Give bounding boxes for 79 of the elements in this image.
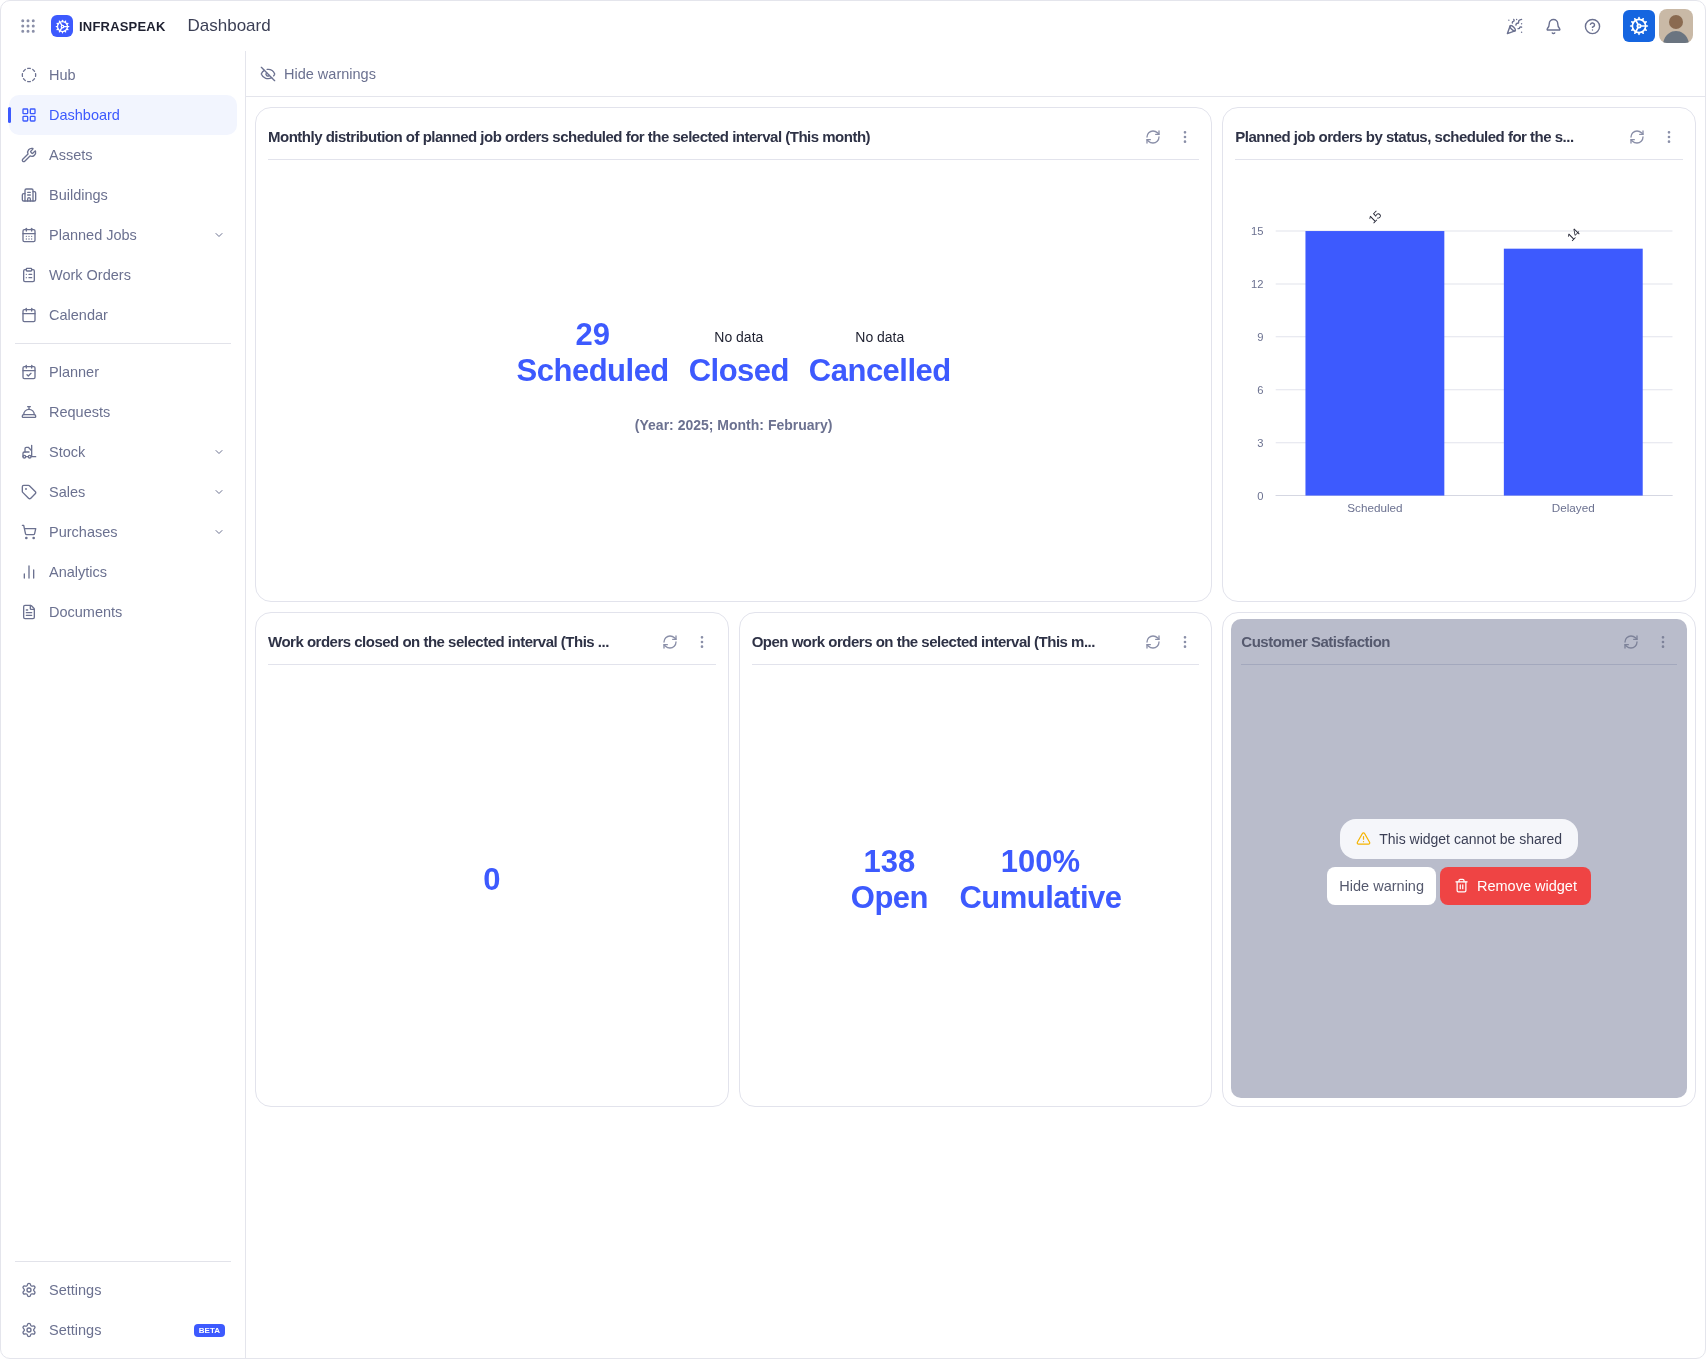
forklift-icon: [21, 444, 37, 460]
no-data-text: No data: [855, 328, 905, 345]
axis-tick-label: 6: [1257, 383, 1264, 396]
axis-tick-label: 12: [1251, 278, 1264, 290]
hide-warnings-button[interactable]: Hide warnings: [260, 65, 376, 82]
refresh-icon[interactable]: [661, 633, 678, 650]
stat-label: Cancelled: [808, 352, 951, 389]
axis-tick-label: 9: [1257, 330, 1264, 343]
clipboard-icon: [21, 267, 37, 283]
widget-title: Customer Satisfaction: [1241, 633, 1392, 650]
widget-title: Open work orders on the selected interval (This m...: [751, 633, 1096, 650]
trash-icon: [1454, 878, 1469, 893]
app-switcher-button[interactable]: [1623, 10, 1655, 42]
axis-tick-label: 15: [1251, 225, 1264, 238]
refresh-icon[interactable]: [1145, 128, 1162, 145]
sidebar-item[interactable]: Settings BETA: [9, 1310, 237, 1350]
wrench-icon: [21, 147, 37, 163]
stat-value: 29: [575, 316, 610, 353]
party-popper-icon[interactable]: [1506, 17, 1523, 35]
stat-value: 138: [863, 843, 916, 880]
sidebar-item[interactable]: Buildings: [9, 175, 237, 215]
apps-grid-icon[interactable]: [19, 17, 37, 35]
sidebar-item[interactable]: Work Orders: [9, 255, 237, 295]
widget-title: Work orders closed on the selected interval (This ...: [268, 633, 610, 650]
category-label: Scheduled: [1347, 500, 1403, 514]
stat-value: 0: [483, 861, 501, 898]
document-icon: [21, 604, 37, 620]
warning-icon: [1356, 831, 1372, 846]
stat-label: Cumulative: [959, 879, 1122, 916]
help-icon[interactable]: [1584, 17, 1601, 35]
sidebar-item[interactable]: Planner: [9, 352, 237, 392]
cart-icon: [21, 524, 37, 540]
calendar-icon: [21, 227, 37, 243]
sidebar-item[interactable]: Settings: [9, 1270, 237, 1310]
data-label: 15: [1366, 208, 1384, 226]
stat-value: 100%: [1000, 843, 1081, 880]
stat-label: Closed: [688, 352, 789, 389]
sidebar-item[interactable]: Requests: [9, 392, 237, 432]
stat-label: Open: [850, 879, 929, 916]
refresh-icon[interactable]: [1145, 633, 1162, 650]
sidebar-item[interactable]: Dashboard: [9, 95, 237, 135]
widget-title: Monthly distribution of planned job orders scheduled for the selected interval (This month): [268, 128, 872, 145]
sidebar-item[interactable]: Stock: [9, 432, 237, 472]
stat-label: Scheduled: [516, 352, 669, 389]
grid-icon: [21, 107, 37, 123]
sidebar-item[interactable]: Analytics: [9, 552, 237, 592]
logo-icon: [51, 15, 73, 37]
period-subtitle: (Year: 2025; Month: February): [634, 416, 833, 433]
axis-tick-label: 0: [1257, 489, 1264, 502]
widget-title: Planned job orders by status, scheduled for the s...: [1235, 128, 1575, 145]
page-title: Dashboard: [187, 16, 271, 36]
sidebar-item[interactable]: Assets: [9, 135, 237, 175]
category-label: Delayed: [1552, 500, 1596, 514]
refresh-icon[interactable]: [1623, 633, 1639, 650]
brand-name: INFRASPEAK: [79, 18, 166, 34]
notifications-icon[interactable]: [1545, 17, 1562, 35]
hide-warning-button[interactable]: Hide warning: [1327, 866, 1436, 905]
eye-off-icon: [260, 65, 276, 82]
remove-widget-button[interactable]: Remove widget: [1440, 866, 1591, 905]
sidebar-item[interactable]: Calendar: [9, 295, 237, 335]
sidebar-item[interactable]: Sales: [9, 472, 237, 512]
sidebar-item[interactable]: Planned Jobs: [9, 215, 237, 255]
axis-tick-label: 3: [1257, 436, 1264, 449]
data-label: 14: [1565, 225, 1583, 244]
tag-icon: [21, 484, 37, 500]
sidebar-item[interactable]: Documents: [9, 592, 237, 632]
avatar[interactable]: [1659, 9, 1693, 43]
settings-icon: [21, 1322, 37, 1338]
settings-icon: [21, 1282, 37, 1298]
warning-text: This widget cannot be shared: [1379, 830, 1563, 847]
bell-tray-icon: [21, 404, 37, 420]
refresh-icon[interactable]: [1629, 128, 1645, 145]
sidebar-item[interactable]: Purchases: [9, 512, 237, 552]
bar-chart-icon: [21, 564, 37, 580]
no-data-text: No data: [714, 328, 764, 345]
building-icon: [21, 187, 37, 203]
beta-badge: BETA: [193, 1323, 225, 1337]
calendar-icon: [21, 307, 37, 323]
sidebar-item[interactable]: Hub: [9, 55, 237, 95]
